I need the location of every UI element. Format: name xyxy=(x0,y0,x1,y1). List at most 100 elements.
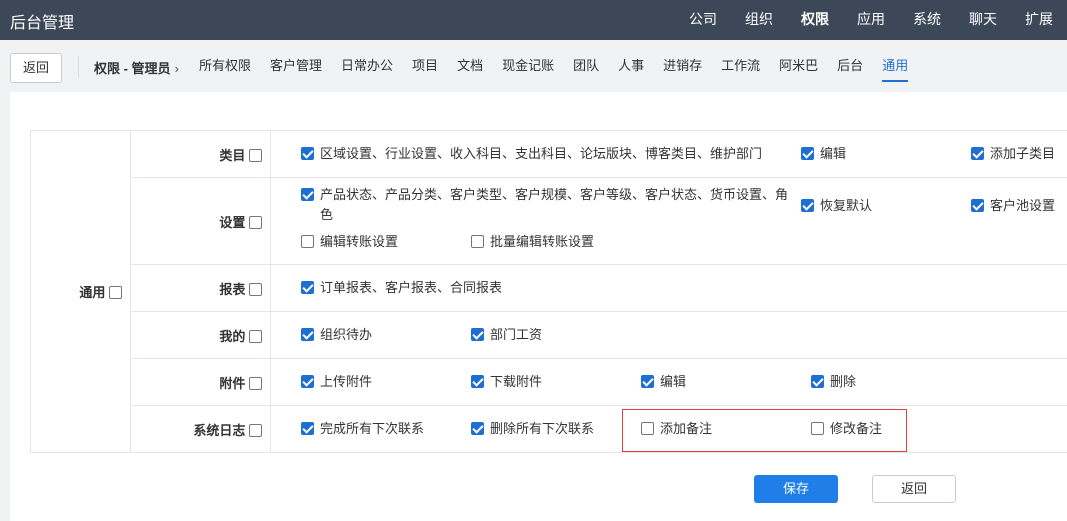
item-checkbox[interactable] xyxy=(641,421,654,435)
group-label: 通用 xyxy=(79,285,106,300)
category-checkbox[interactable] xyxy=(249,376,262,390)
nav-chat[interactable]: 聊天 xyxy=(955,0,1011,40)
permission-item[interactable]: 添加备注 xyxy=(641,419,712,439)
permission-item[interactable]: 编辑转账设置 xyxy=(301,232,398,252)
item-checkbox[interactable] xyxy=(301,280,314,294)
item-checkbox[interactable] xyxy=(801,146,814,160)
item-label: 恢复默认 xyxy=(820,197,873,213)
category-cell: 附件 xyxy=(130,358,271,406)
item-checkbox[interactable] xyxy=(301,234,314,248)
permission-table: 通用 类目 区域设置、行业设置、收入科目、支出科目、论坛版块、博客类目、维护部门… xyxy=(30,130,1067,453)
item-checkbox[interactable] xyxy=(641,374,654,388)
item-label: 组织待办 xyxy=(320,326,373,342)
group-cell: 通用 xyxy=(30,130,131,453)
tab-daily-office[interactable]: 日常办公 xyxy=(341,40,393,92)
permission-item[interactable]: 编辑 xyxy=(641,372,686,392)
tab-amoeba[interactable]: 阿米巴 xyxy=(779,40,818,92)
item-checkbox[interactable] xyxy=(971,146,984,160)
category-label: 附件 xyxy=(219,375,246,391)
item-label: 编辑转账设置 xyxy=(320,233,399,249)
permission-item[interactable]: 部门工资 xyxy=(471,325,542,345)
permission-item[interactable]: 订单报表、客户报表、合同报表 xyxy=(301,278,502,298)
item-checkbox[interactable] xyxy=(301,421,314,435)
nav-company[interactable]: 公司 xyxy=(675,0,731,40)
permission-item[interactable]: 客户池设置 xyxy=(971,196,1055,216)
table-row: 我的 组织待办 部门工资 xyxy=(31,311,1067,359)
category-checkbox[interactable] xyxy=(249,215,262,229)
item-label: 删除 xyxy=(830,373,857,389)
item-checkbox[interactable] xyxy=(301,187,314,201)
category-checkbox[interactable] xyxy=(249,282,262,296)
nav-system[interactable]: 系统 xyxy=(899,0,955,40)
permission-item[interactable]: 添加子类目 xyxy=(971,144,1055,164)
app-title: 后台管理 xyxy=(10,15,75,32)
item-checkbox[interactable] xyxy=(301,327,314,341)
permission-item[interactable]: 删除 xyxy=(811,372,856,392)
category-label: 报表 xyxy=(219,281,246,297)
table-row: 设置 产品状态、产品分类、客户类型、客户规模、客户等级、客户状态、货币设置、角色… xyxy=(31,177,1067,265)
return-button[interactable]: 返回 xyxy=(872,475,956,503)
tab-projects[interactable]: 项目 xyxy=(412,40,438,92)
permission-item[interactable]: 区域设置、行业设置、收入科目、支出科目、论坛版块、博客类目、维护部门 xyxy=(301,144,762,164)
permission-panel: 通用 类目 区域设置、行业设置、收入科目、支出科目、论坛版块、博客类目、维护部门… xyxy=(10,92,1067,521)
item-checkbox[interactable] xyxy=(801,198,814,212)
item-checkbox[interactable] xyxy=(301,374,314,388)
back-button[interactable]: 返回 xyxy=(10,53,62,83)
item-checkbox[interactable] xyxy=(811,421,824,435)
category-checkbox[interactable] xyxy=(249,148,262,162)
item-checkbox[interactable] xyxy=(471,234,484,248)
save-button[interactable]: 保存 xyxy=(754,475,838,503)
category-cell: 设置 xyxy=(130,177,271,265)
item-checkbox[interactable] xyxy=(471,327,484,341)
permission-item[interactable]: 批量编辑转账设置 xyxy=(471,232,594,252)
items-cell: 完成所有下次联系 删除所有下次联系 添加备注 修改备注 xyxy=(270,405,1067,453)
permission-item[interactable]: 下载附件 xyxy=(471,372,542,392)
category-checkbox[interactable] xyxy=(249,423,262,437)
item-checkbox[interactable] xyxy=(471,421,484,435)
permission-item[interactable]: 上传附件 xyxy=(301,372,372,392)
tab-general[interactable]: 通用 xyxy=(882,40,909,92)
tab-team[interactable]: 团队 xyxy=(573,40,599,92)
item-label: 完成所有下次联系 xyxy=(320,420,425,436)
nav-extensions[interactable]: 扩展 xyxy=(1011,0,1067,40)
item-label: 编辑 xyxy=(820,145,847,161)
tab-backend[interactable]: 后台 xyxy=(837,40,863,92)
item-label: 订单报表、客户报表、合同报表 xyxy=(320,279,503,295)
nav-apps[interactable]: 应用 xyxy=(843,0,899,40)
tab-customer-management[interactable]: 客户管理 xyxy=(270,40,322,92)
item-label: 客户池设置 xyxy=(990,197,1056,213)
category-cell: 我的 xyxy=(130,311,271,359)
item-label: 产品状态、产品分类、客户类型、客户规模、客户等级、客户状态、货币设置、角色 xyxy=(320,186,789,222)
items-cell: 上传附件 下载附件 编辑 删除 xyxy=(270,358,1067,406)
item-checkbox[interactable] xyxy=(971,198,984,212)
tab-hr[interactable]: 人事 xyxy=(618,40,644,92)
permission-item[interactable]: 产品状态、产品分类、客户类型、客户规模、客户等级、客户状态、货币设置、角色 xyxy=(301,185,791,225)
nav-permissions[interactable]: 权限 xyxy=(787,0,843,40)
sub-toolbar: 返回 权限 - 管理员 › 所有权限 客户管理 日常办公 项目 文档 现金记账 团… xyxy=(0,40,1067,92)
tab-inventory[interactable]: 进销存 xyxy=(663,40,702,92)
item-checkbox[interactable] xyxy=(811,374,824,388)
permission-item[interactable]: 完成所有下次联系 xyxy=(301,419,424,439)
permission-item[interactable]: 删除所有下次联系 xyxy=(471,419,594,439)
item-checkbox[interactable] xyxy=(471,374,484,388)
category-checkbox[interactable] xyxy=(249,329,262,343)
permission-item[interactable]: 恢复默认 xyxy=(801,196,872,216)
table-row: 报表 订单报表、客户报表、合同报表 xyxy=(31,264,1067,312)
item-label: 编辑 xyxy=(660,373,687,389)
nav-organization[interactable]: 组织 xyxy=(731,0,787,40)
items-cell: 产品状态、产品分类、客户类型、客户规模、客户等级、客户状态、货币设置、角色 恢复… xyxy=(270,177,1067,265)
tab-documents[interactable]: 文档 xyxy=(457,40,483,92)
item-checkbox[interactable] xyxy=(301,146,314,160)
items-cell: 区域设置、行业设置、收入科目、支出科目、论坛版块、博客类目、维护部门 编辑 添加… xyxy=(270,130,1067,178)
item-label: 添加子类目 xyxy=(990,145,1056,161)
item-label: 区域设置、行业设置、收入科目、支出科目、论坛版块、博客类目、维护部门 xyxy=(320,145,763,161)
toolbar-divider xyxy=(78,56,79,78)
permission-item[interactable]: 编辑 xyxy=(801,144,846,164)
permission-item[interactable]: 修改备注 xyxy=(811,419,882,439)
group-checkbox[interactable] xyxy=(109,286,122,299)
permission-item[interactable]: 组织待办 xyxy=(301,325,372,345)
tab-all-permissions[interactable]: 所有权限 xyxy=(199,40,251,92)
item-label: 修改备注 xyxy=(830,420,883,436)
tab-cash-accounting[interactable]: 现金记账 xyxy=(502,40,554,92)
tab-workflow[interactable]: 工作流 xyxy=(721,40,760,92)
